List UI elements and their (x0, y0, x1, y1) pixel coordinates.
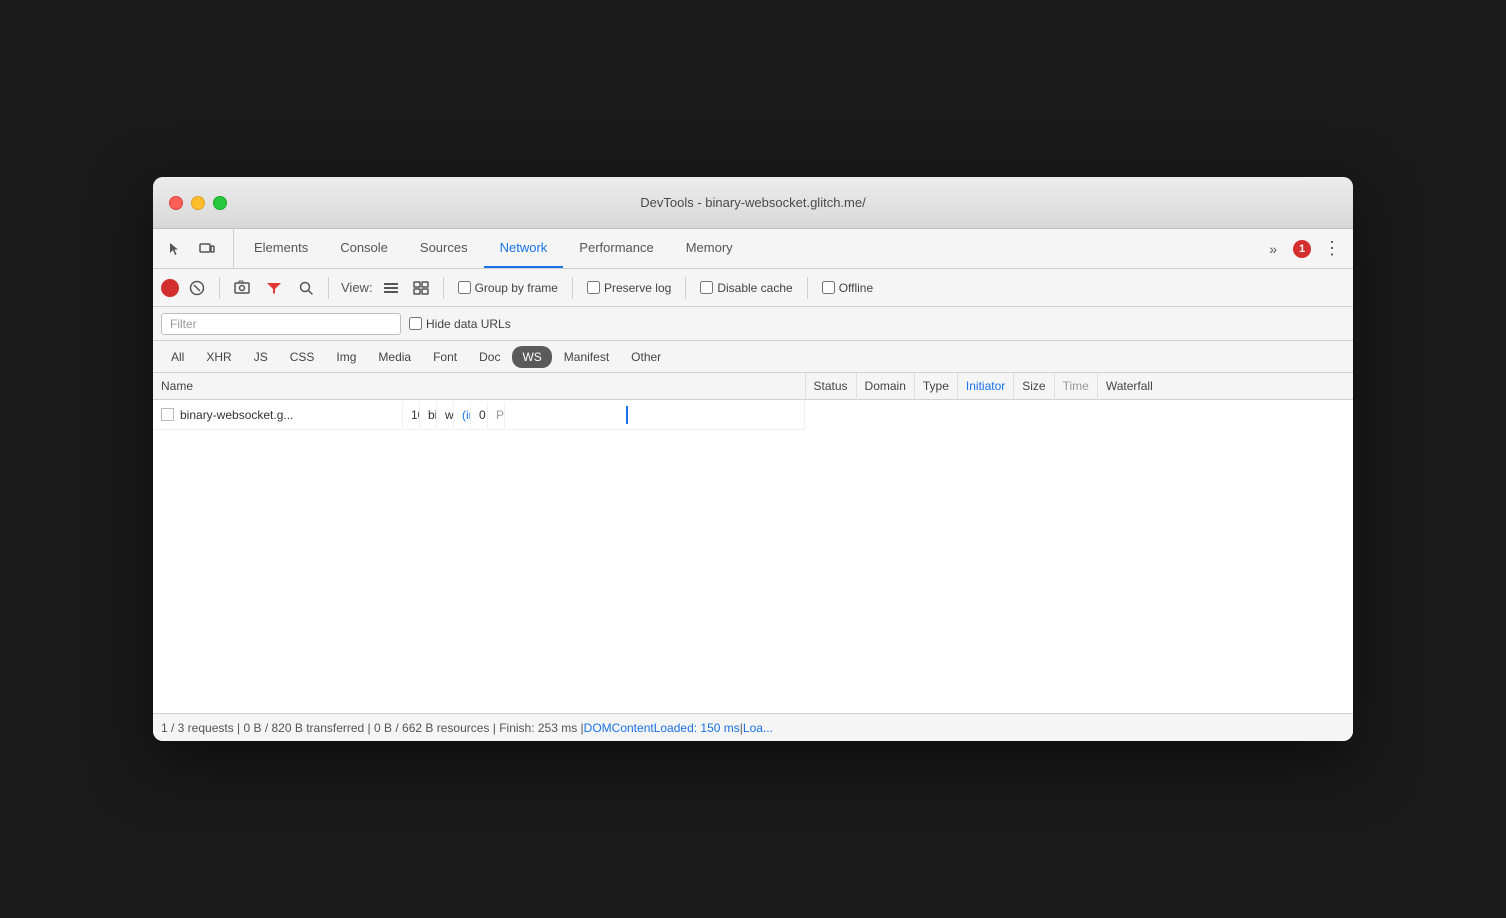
disable-cache-label[interactable]: Disable cache (700, 281, 792, 295)
toolbar-separator-3 (443, 277, 444, 299)
waterfall-timing-line (626, 406, 628, 424)
type-filter-bar: All XHR JS CSS Img Media Font Doc WS Man… (153, 341, 1353, 373)
dom-content-loaded-label[interactable]: DOMContentLoaded: 150 ms (584, 721, 740, 735)
th-initiator[interactable]: Initiator (957, 373, 1013, 400)
list-view-button[interactable] (377, 274, 405, 302)
load-label[interactable]: Loa... (743, 721, 773, 735)
cursor-icon[interactable] (161, 235, 189, 263)
view-label: View: (341, 280, 373, 295)
type-filter-ws[interactable]: WS (512, 346, 551, 368)
toolbar-separator-4 (572, 277, 573, 299)
tab-network[interactable]: Network (484, 229, 564, 268)
row-checkbox[interactable] (161, 408, 174, 421)
tab-memory[interactable]: Memory (670, 229, 749, 268)
group-by-frame-checkbox[interactable] (458, 281, 471, 294)
offline-label[interactable]: Offline (822, 281, 873, 295)
clear-button[interactable] (183, 274, 211, 302)
toolbar-separator-6 (807, 277, 808, 299)
type-filter-all[interactable]: All (161, 346, 194, 368)
error-count-circle: 1 (1293, 240, 1311, 258)
tab-sources[interactable]: Sources (404, 229, 484, 268)
preserve-log-label[interactable]: Preserve log (587, 281, 671, 295)
toolbar-separator-2 (328, 277, 329, 299)
disable-cache-checkbox[interactable] (700, 281, 713, 294)
filter-button[interactable] (260, 274, 288, 302)
group-view-button[interactable] (407, 274, 435, 302)
device-toggle-icon[interactable] (193, 235, 221, 263)
td-time: Pen... (488, 402, 505, 428)
type-filter-font[interactable]: Font (423, 346, 467, 368)
record-button[interactable] (161, 279, 179, 297)
type-filter-manifest[interactable]: Manifest (554, 346, 619, 368)
type-filter-js[interactable]: JS (244, 346, 278, 368)
tab-performance[interactable]: Performance (563, 229, 669, 268)
view-buttons (377, 274, 435, 302)
th-type[interactable]: Type (914, 373, 957, 400)
filter-bar: Hide data URLs (153, 307, 1353, 341)
th-name[interactable]: Name (153, 373, 805, 400)
td-waterfall (505, 400, 805, 430)
th-domain[interactable]: Domain (856, 373, 914, 400)
td-initiator[interactable]: (inde... (454, 402, 471, 428)
requests-table: Name Status Domain Type Initiator (153, 373, 1353, 430)
error-badge[interactable]: 1 (1293, 240, 1311, 258)
devtools-window: DevTools - binary-websocket.glitch.me/ E… (153, 177, 1353, 741)
network-table: Name Status Domain Type Initiator (153, 373, 1353, 713)
tab-bar: Elements Console Sources Network Perform… (153, 229, 1353, 269)
table-header-row: Name Status Domain Type Initiator (153, 373, 1353, 400)
th-time[interactable]: Time (1054, 373, 1097, 400)
th-status[interactable]: Status (805, 373, 856, 400)
preserve-log-checkbox[interactable] (587, 281, 600, 294)
tab-console[interactable]: Console (324, 229, 404, 268)
filter-input[interactable] (161, 313, 401, 335)
traffic-lights (169, 196, 227, 210)
minimize-button[interactable] (191, 196, 205, 210)
tab-elements[interactable]: Elements (238, 229, 324, 268)
screenshot-button[interactable] (228, 274, 256, 302)
type-filter-other[interactable]: Other (621, 346, 671, 368)
toolbar-separator-1 (219, 277, 220, 299)
table-row[interactable]: binary-websocket.g... 101 binary-... we.… (153, 400, 805, 430)
table-body: binary-websocket.g... 101 binary-... we.… (153, 400, 1353, 431)
close-button[interactable] (169, 196, 183, 210)
th-waterfall[interactable]: Waterfall ▲ (1097, 373, 1353, 400)
type-filter-doc[interactable]: Doc (469, 346, 510, 368)
search-button[interactable] (292, 274, 320, 302)
hide-data-urls-checkbox[interactable] (409, 317, 422, 330)
offline-checkbox[interactable] (822, 281, 835, 294)
toolbar-separator-5 (685, 277, 686, 299)
hide-data-urls-label[interactable]: Hide data URLs (409, 317, 511, 331)
type-filter-img[interactable]: Img (326, 346, 366, 368)
group-by-frame-label[interactable]: Group by frame (458, 281, 558, 295)
devtools-menu-button[interactable]: ⋮ (1319, 238, 1345, 259)
more-tabs-button[interactable]: » (1261, 241, 1285, 257)
window-title: DevTools - binary-websocket.glitch.me/ (640, 195, 865, 210)
td-name: binary-websocket.g... (153, 402, 403, 428)
status-bar: 1 / 3 requests | 0 B / 820 B transferred… (153, 713, 1353, 741)
tab-bar-icons (161, 229, 234, 268)
td-status: 101 (403, 402, 420, 428)
type-filter-css[interactable]: CSS (280, 346, 325, 368)
tab-bar-right: » 1 ⋮ (1261, 229, 1345, 268)
tabs: Elements Console Sources Network Perform… (238, 229, 1261, 268)
type-filter-xhr[interactable]: XHR (196, 346, 241, 368)
type-filter-media[interactable]: Media (368, 346, 421, 368)
td-domain: binary-... (420, 402, 437, 428)
th-size[interactable]: Size (1014, 373, 1054, 400)
network-toolbar: View: Group by frame (153, 269, 1353, 307)
maximize-button[interactable] (213, 196, 227, 210)
td-size: 0 B (471, 402, 488, 428)
td-type: we... (437, 402, 454, 428)
title-bar: DevTools - binary-websocket.glitch.me/ (153, 177, 1353, 229)
